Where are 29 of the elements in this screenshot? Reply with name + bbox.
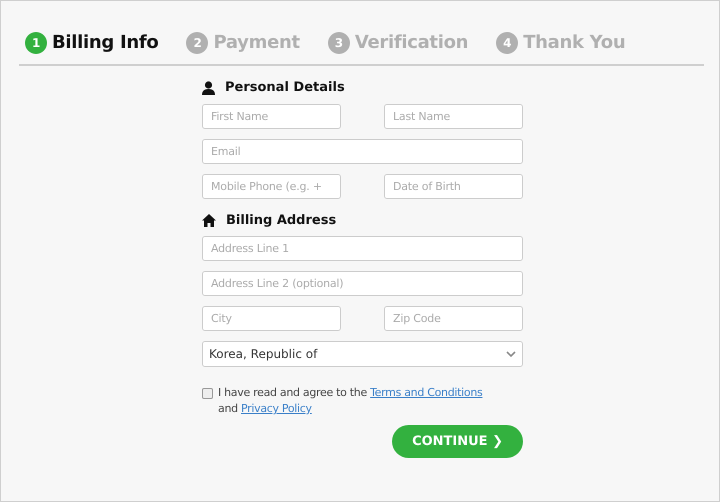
person-icon [202, 80, 215, 95]
step-tab[interactable]: 2 Payment [186, 29, 300, 56]
step-number-icon: 4 [496, 32, 518, 54]
checkbox[interactable] [202, 388, 213, 399]
chevron-down-icon [506, 350, 516, 358]
input-field[interactable]: Email [202, 138, 523, 164]
input-field[interactable]: Last Name [384, 104, 523, 128]
home-icon [202, 214, 216, 227]
input-field[interactable]: City [202, 306, 341, 331]
agreement-text: I have read and agree to the Terms and Conditions and Privacy Policy [218, 385, 482, 417]
input-field[interactable]: Address Line 2 (optional) [202, 271, 523, 296]
step-number-icon: 1 [25, 32, 47, 54]
section-heading: Billing Address [226, 212, 336, 230]
step-tab[interactable]: 3 Verification [328, 29, 468, 56]
input-field[interactable]: Date of Birth [384, 174, 523, 198]
country-select[interactable]: Korea, Republic of [202, 341, 523, 367]
step-number-icon: 2 [186, 32, 208, 54]
input-field[interactable]: First Name [202, 104, 341, 128]
continue-button[interactable]: CONTINUE ❯ [392, 424, 523, 458]
step-tab[interactable]: 4 Thank You [496, 29, 626, 56]
privacy-link[interactable]: Privacy Policy [241, 402, 312, 415]
step-number-icon: 3 [328, 32, 350, 54]
step-tab[interactable]: 1 Billing Info [25, 29, 158, 56]
input-field[interactable]: Address Line 1 [202, 236, 523, 261]
input-field[interactable]: Zip Code [384, 306, 523, 331]
section-heading: Personal Details [225, 79, 345, 97]
terms-link[interactable]: Terms and Conditions [370, 386, 482, 399]
chevron-right-icon: ❯ [492, 434, 503, 449]
input-field[interactable]: Mobile Phone (e.g. + [202, 174, 341, 198]
